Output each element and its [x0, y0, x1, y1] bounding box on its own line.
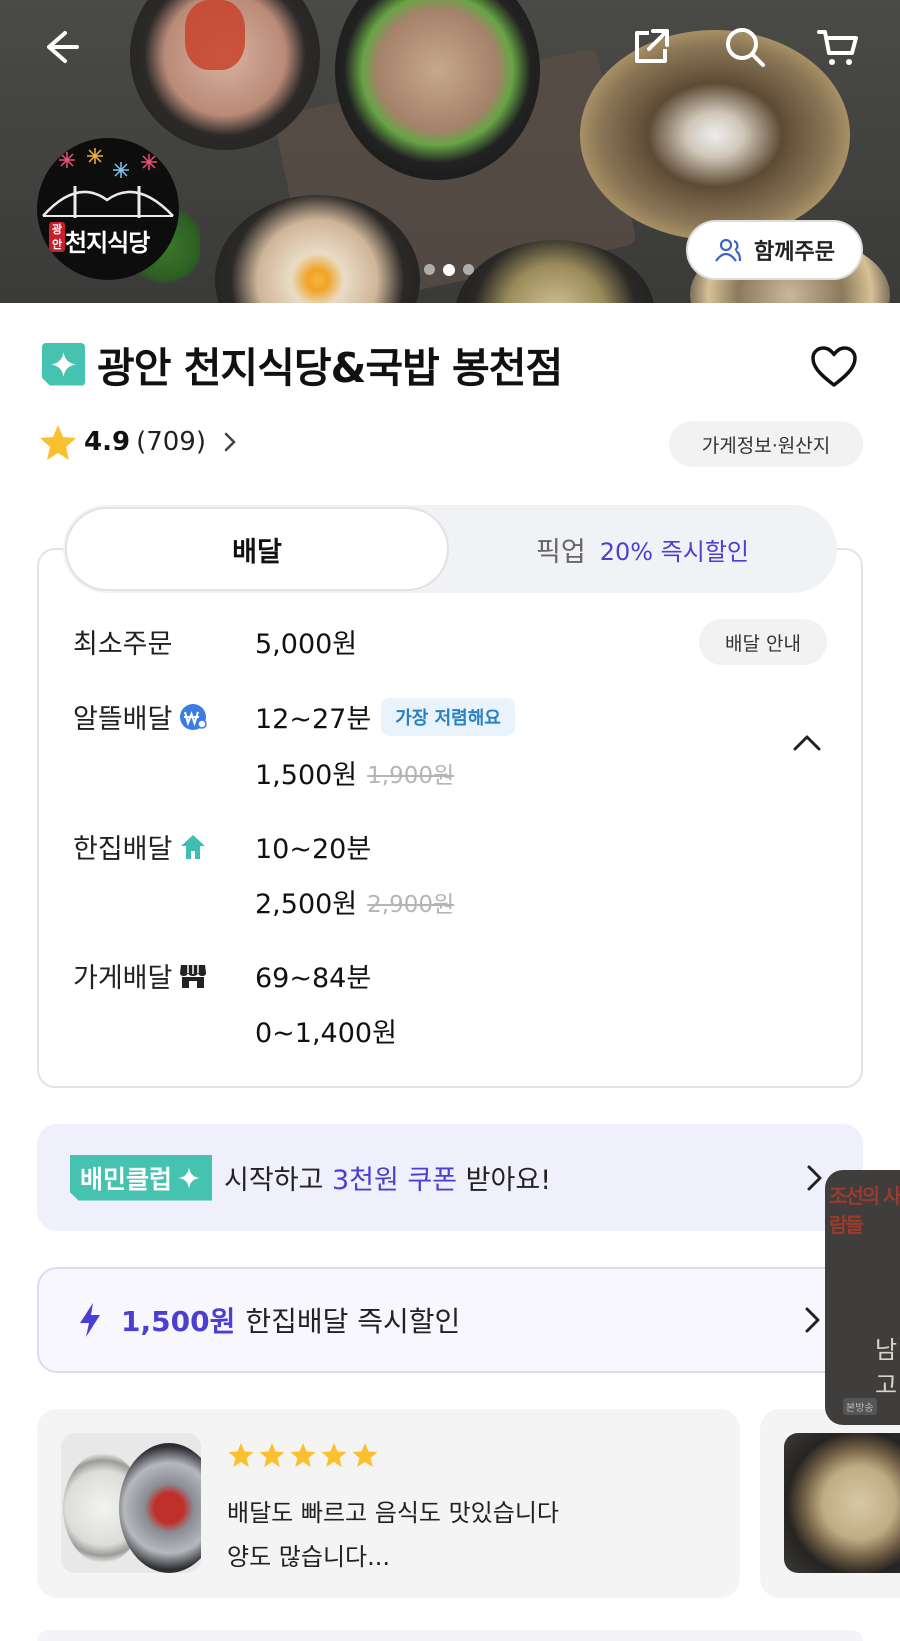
logo-red-tag: 광안: [49, 222, 65, 252]
single-delivery-fee-row: 2,500원 2,900원: [255, 882, 454, 921]
floating-video-caption: 남 고: [875, 1336, 898, 1399]
saver-delivery-label-row: 알뜰배달: [73, 697, 208, 736]
single-delivery-fee: 2,500원: [255, 889, 358, 920]
rating-link[interactable]: 4.9 (709): [38, 422, 242, 462]
search-button[interactable]: [720, 22, 770, 72]
lightning-icon: [80, 1303, 100, 1337]
review-card[interactable]: 배달도 빠르고 음식도 맛있습니다 양도 많습니다...: [37, 1409, 740, 1598]
store-delivery-label-row: 가게배달: [73, 956, 208, 995]
baemin-club-tag: 배민클럽: [70, 1154, 213, 1201]
single-delivery-original-fee: 2,900원: [367, 891, 455, 918]
back-button[interactable]: [36, 22, 86, 72]
share-icon: [635, 29, 669, 63]
review-photo: [61, 1433, 201, 1573]
next-section-edge: [37, 1630, 863, 1641]
delivery-guide-button[interactable]: 배달 안내: [699, 619, 827, 665]
review-text-line-1: 배달도 빠르고 음식도 맛있습니다: [227, 1499, 560, 1527]
tab-delivery[interactable]: 배달: [65, 507, 449, 591]
discount-text: 한집배달 즉시할인: [245, 1305, 461, 1338]
saver-delivery-fee-row: 1,500원 1,900원: [255, 753, 454, 792]
floating-video-player[interactable]: 조선의 사람들 남 고 본방송: [825, 1170, 900, 1425]
people-icon: [715, 238, 742, 262]
club-coupon-highlight: 3천원 쿠폰: [331, 1165, 458, 1196]
baemin-club-banner[interactable]: 배민클럽 시작하고 3천원 쿠폰 받아요!: [37, 1124, 863, 1231]
tab-pickup[interactable]: 픽업 20% 즉시할인: [450, 507, 835, 591]
club-tag-label: 배민클럽: [80, 1164, 173, 1194]
star-icon: [321, 1443, 347, 1467]
club-text-prefix: 시작하고: [224, 1165, 332, 1196]
instant-discount-banner[interactable]: 1,500원 한집배달 즉시할인: [37, 1267, 863, 1373]
chevron-right-icon: [224, 432, 236, 452]
club-banner-text: 시작하고 3천원 쿠폰 받아요!: [224, 1158, 551, 1197]
single-delivery-label: 한집배달: [73, 834, 173, 865]
carousel-indicator: [424, 264, 474, 276]
logo-store-name: 천지식당: [65, 229, 150, 257]
hero-dish-naengmyeon: [580, 30, 850, 240]
store-name: 광안 천지식당&국밥 봉천점: [97, 344, 563, 392]
cart-button[interactable]: [813, 22, 863, 72]
carousel-dot: [424, 264, 435, 275]
tab-pickup-label: 픽업: [536, 536, 586, 568]
review-photo-container: [119, 1443, 201, 1573]
house-icon: [181, 834, 206, 859]
rating-value: 4.9: [84, 427, 131, 457]
bridge-fireworks-icon: [42, 148, 174, 218]
saver-delivery-time: 12~27분: [255, 704, 372, 735]
saver-delivery-fee: 1,500원: [255, 760, 358, 791]
heart-icon[interactable]: [810, 345, 858, 389]
review-text-line-2: 양도 많습니다...: [227, 1543, 390, 1571]
discount-amount: 1,500원: [121, 1305, 236, 1338]
star-icon: [352, 1443, 378, 1467]
arrow-left-icon: [47, 31, 79, 63]
star-icon: [290, 1443, 316, 1467]
store-logo: 광안 천지식당: [37, 138, 179, 280]
sparkle-icon: [51, 351, 76, 377]
store-hero-image[interactable]: 광안 천지식당 함께주문: [0, 0, 900, 303]
carousel-dot: [463, 264, 474, 275]
chevron-right-icon: [807, 1165, 822, 1190]
store-delivery-time: 69~84분: [255, 963, 372, 994]
pickup-discount-label: 20% 즉시할인: [599, 537, 749, 566]
chevron-right-icon: [805, 1307, 820, 1333]
min-order-label: 최소주문: [73, 629, 173, 660]
single-delivery-time: 10~20분: [255, 834, 372, 865]
group-order-button[interactable]: 함께주문: [686, 220, 863, 280]
review-count: (709): [136, 427, 206, 457]
store-title-row: 광안 천지식당&국밥 봉천점: [42, 334, 563, 394]
min-order-value: 5,000원: [255, 629, 358, 660]
star-icon: [228, 1443, 254, 1467]
star-icon: [40, 425, 76, 460]
sparkle-icon: [178, 1166, 201, 1189]
saver-delivery-label: 알뜰배달: [73, 704, 173, 735]
club-text-suffix: 받아요!: [457, 1165, 552, 1196]
saver-delivery-time-row: 12~27분 가장 저렴해요: [255, 697, 515, 736]
baemin-club-badge: [42, 342, 85, 386]
floating-video-title: 조선의 사람들: [829, 1184, 900, 1237]
search-icon: [726, 28, 765, 67]
review-card-next[interactable]: [760, 1409, 900, 1598]
storefront-icon: [180, 964, 207, 988]
group-order-label: 함께주문: [754, 240, 835, 265]
review-photo: [784, 1433, 900, 1573]
cart-icon: [817, 30, 858, 65]
review-stars: [227, 1441, 379, 1469]
store-delivery-label: 가게배달: [73, 963, 173, 994]
cheapest-badge: 가장 저렴해요: [381, 697, 515, 736]
carousel-dot-active: [443, 264, 455, 276]
store-info-button[interactable]: 가게정보·원산지: [669, 421, 863, 467]
store-delivery-fee: 0~1,400원: [255, 1018, 397, 1049]
single-delivery-label-row: 한집배달: [73, 827, 208, 866]
chevron-up-icon[interactable]: [790, 731, 824, 755]
share-button[interactable]: [626, 22, 676, 72]
saver-delivery-original-fee: 1,900원: [367, 762, 455, 789]
won-coin-icon: [180, 703, 208, 730]
star-icon: [259, 1443, 285, 1467]
floating-video-footer: 본방송: [843, 1398, 877, 1415]
